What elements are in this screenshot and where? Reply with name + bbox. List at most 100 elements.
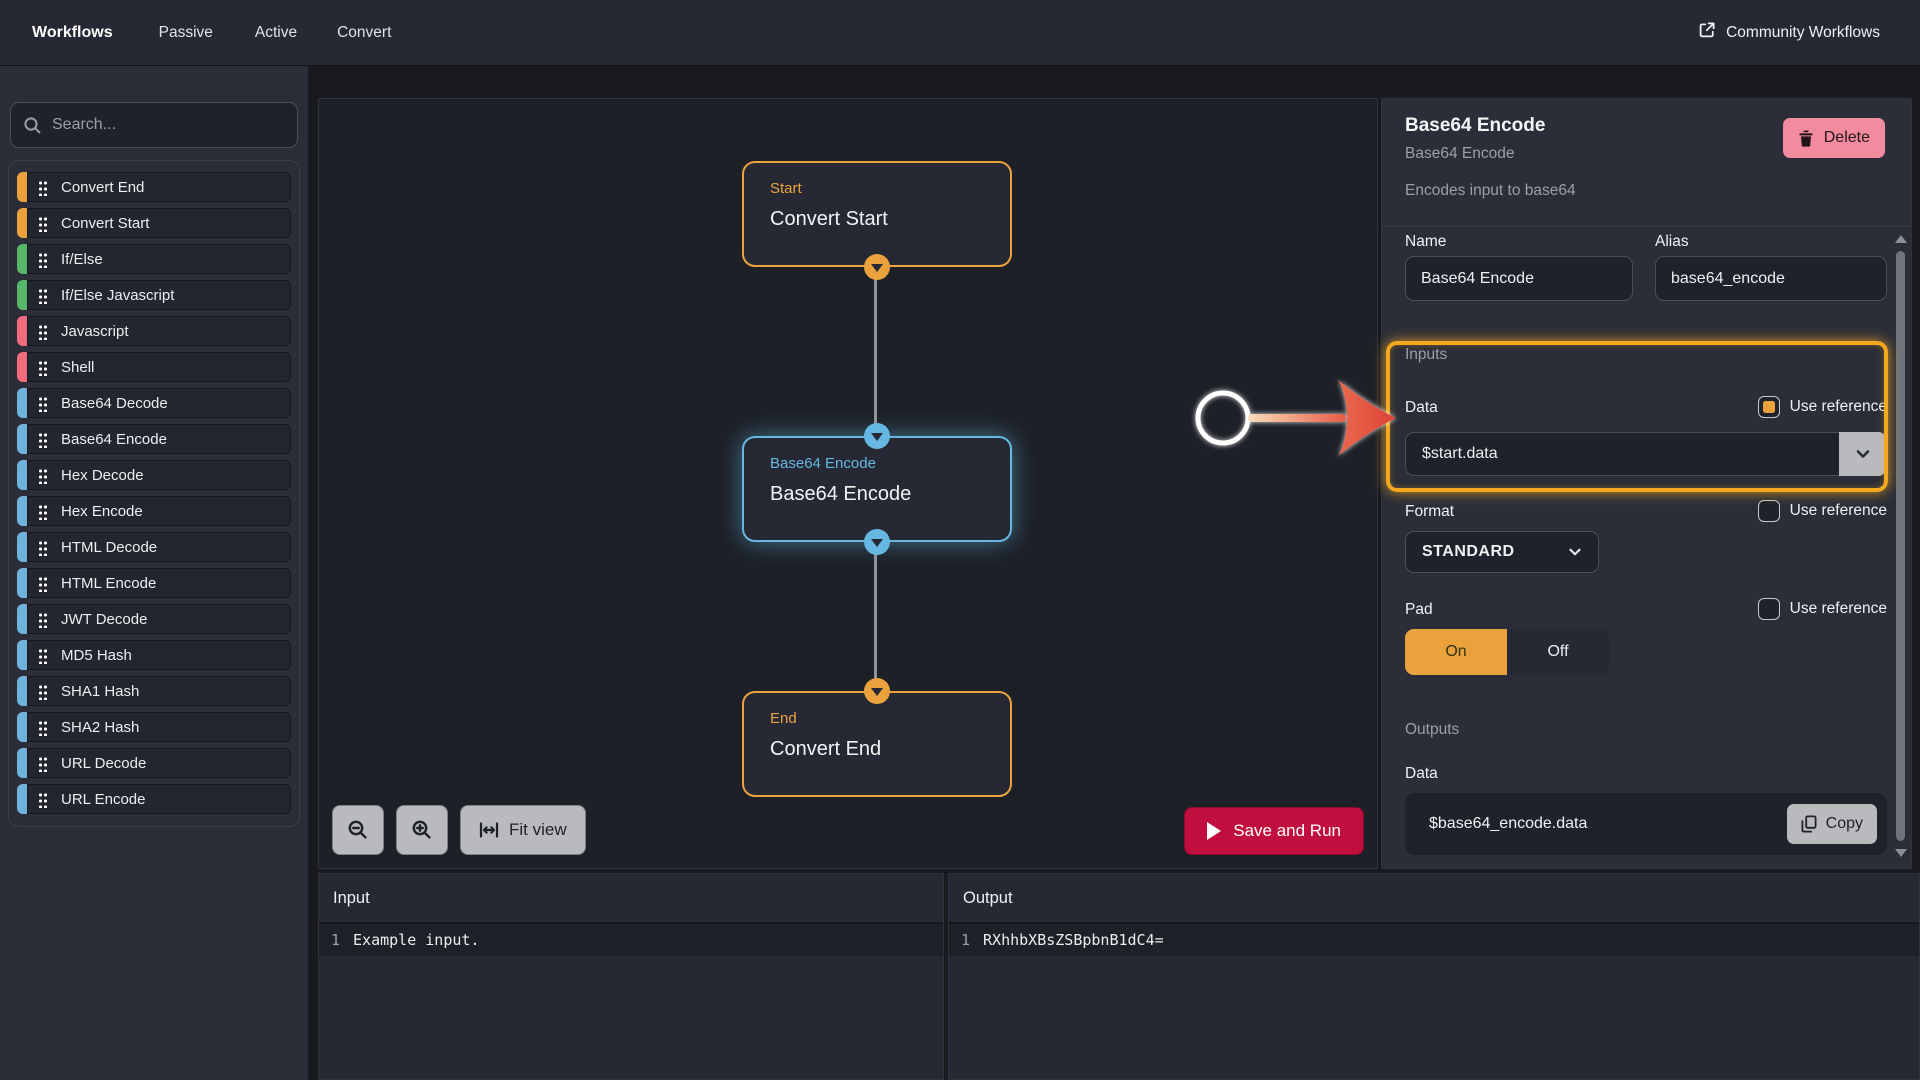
alias-field[interactable] xyxy=(1655,256,1887,301)
zoom-in-button[interactable] xyxy=(396,805,448,855)
drag-handle-icon xyxy=(38,718,48,736)
inputs-heading: Inputs xyxy=(1405,346,1448,363)
nav-item-workflows[interactable]: Workflows xyxy=(32,24,113,42)
palette-item-label: If/Else Javascript xyxy=(61,286,175,304)
output-editor-panel: Output 1 RXhhbXBsZSBpbnB1dC4= xyxy=(948,873,1920,1080)
name-field[interactable] xyxy=(1405,256,1633,301)
workflow-canvas[interactable]: Start Convert Start Base64 Encode Base64… xyxy=(318,98,1378,869)
drag-handle-icon xyxy=(38,430,48,448)
community-workflows-label: Community Workflows xyxy=(1726,23,1880,41)
palette-item-label: SHA2 Hash xyxy=(61,718,140,736)
node-palette-sidebar: Convert End Convert Start If/Else If/Else J… xyxy=(0,66,308,1080)
data-use-reference: Use reference xyxy=(1757,396,1887,418)
magnifier-minus-icon xyxy=(348,820,367,839)
palette-item[interactable]: HTML Encode xyxy=(17,568,291,598)
palette-item[interactable]: URL Decode xyxy=(17,748,291,778)
node-type-label: Start xyxy=(770,180,802,197)
drag-handle-icon xyxy=(38,250,48,268)
node-type-label: Base64 Encode xyxy=(770,455,876,472)
pad-use-reference: Use reference xyxy=(1757,598,1887,620)
palette-item[interactable]: Convert Start xyxy=(17,208,291,238)
node-base64-encode[interactable]: Base64 Encode Base64 Encode xyxy=(742,423,1012,555)
palette-item-label: Shell xyxy=(61,358,95,376)
input-handle[interactable] xyxy=(864,678,890,704)
palette-item[interactable]: Hex Encode xyxy=(17,496,291,526)
palette-item[interactable]: If/Else Javascript xyxy=(17,280,291,310)
palette-item[interactable]: Base64 Encode xyxy=(17,424,291,454)
magnifier-plus-icon xyxy=(412,820,431,839)
outputs-heading: Outputs xyxy=(1405,721,1460,738)
palette-item-label: Convert End xyxy=(61,178,145,196)
use-reference-label: Use reference xyxy=(1789,502,1887,519)
drag-handle-icon xyxy=(38,286,48,304)
search-input[interactable] xyxy=(52,116,285,134)
output-editor-line[interactable]: 1 RXhhbXBsZSBpbnB1dC4= xyxy=(949,924,1919,956)
nav-item-passive[interactable]: Passive xyxy=(159,24,213,42)
nav-item-active[interactable]: Active xyxy=(255,24,297,42)
format-select[interactable]: STANDARD xyxy=(1405,531,1599,573)
output-handle[interactable] xyxy=(864,254,890,280)
pad-label: Pad xyxy=(1405,601,1433,618)
copy-icon xyxy=(1801,815,1817,833)
node-inspector-panel: Base64 Encode Base64 Encode Encodes inpu… xyxy=(1381,98,1912,869)
drag-handle-icon xyxy=(38,358,48,376)
drag-handle-icon xyxy=(38,538,48,556)
search-field[interactable] xyxy=(10,102,298,148)
palette-item[interactable]: Javascript xyxy=(17,316,291,346)
delete-button[interactable]: Delete xyxy=(1782,118,1885,158)
community-workflows-link[interactable]: Community Workflows xyxy=(1698,21,1880,44)
drag-handle-icon xyxy=(38,214,48,232)
inspector-form: Name Alias Inputs Data Use reference $st… xyxy=(1405,227,1887,868)
copy-button[interactable]: Copy xyxy=(1786,804,1877,844)
data-reference-dropdown-button[interactable] xyxy=(1839,432,1887,476)
top-navigation: Workflows Passive Active Convert Communi… xyxy=(0,0,1920,66)
palette-item[interactable]: SHA1 Hash xyxy=(17,676,291,706)
scrollbar-thumb[interactable] xyxy=(1896,251,1905,841)
palette-item[interactable]: Hex Decode xyxy=(17,460,291,490)
zoom-out-button[interactable] xyxy=(332,805,384,855)
palette-item[interactable]: HTML Decode xyxy=(17,532,291,562)
fit-view-button[interactable]: Fit view xyxy=(460,805,586,855)
node-convert-start[interactable]: Start Convert Start xyxy=(742,161,1012,280)
palette-item[interactable]: URL Encode xyxy=(17,784,291,814)
use-reference-checkbox[interactable] xyxy=(1757,500,1780,522)
nav-item-convert[interactable]: Convert xyxy=(337,24,391,42)
save-and-run-label: Save and Run xyxy=(1233,821,1341,840)
palette-item-label: Hex Decode xyxy=(61,466,144,484)
output-text: RXhhbXBsZSBpbnB1dC4= xyxy=(983,931,1164,949)
scroll-up-arrow-icon[interactable] xyxy=(1895,229,1907,243)
pad-on-option[interactable]: On xyxy=(1405,629,1507,675)
node-convert-end[interactable]: End Convert End xyxy=(742,678,1012,797)
scroll-down-arrow-icon[interactable] xyxy=(1895,849,1907,863)
inspector-scrollbar[interactable] xyxy=(1894,229,1908,863)
checkbox-fill xyxy=(1763,603,1775,615)
format-label: Format xyxy=(1405,503,1455,520)
palette-item[interactable]: If/Else xyxy=(17,244,291,274)
output-data-label: Data xyxy=(1405,765,1438,782)
use-reference-checkbox[interactable] xyxy=(1757,396,1780,418)
palette-item-label: Javascript xyxy=(61,322,129,340)
palette-item[interactable]: Base64 Decode xyxy=(17,388,291,418)
node-palette-list: Convert End Convert Start If/Else If/Else J… xyxy=(8,160,300,827)
palette-item[interactable]: JWT Decode xyxy=(17,604,291,634)
drag-handle-icon xyxy=(38,574,48,592)
node-name-label: Base64 Encode xyxy=(770,483,912,505)
pad-toggle: On Off xyxy=(1405,629,1609,675)
input-editor-line[interactable]: 1 Example input. xyxy=(319,924,943,956)
palette-item[interactable]: Shell xyxy=(17,352,291,382)
drag-handle-icon xyxy=(38,394,48,412)
palette-item[interactable]: Convert End xyxy=(17,172,291,202)
pad-off-option[interactable]: Off xyxy=(1507,629,1609,675)
palette-item-label: MD5 Hash xyxy=(61,646,132,664)
data-reference-field[interactable]: $start.data xyxy=(1405,432,1839,476)
input-handle[interactable] xyxy=(864,423,890,449)
use-reference-checkbox[interactable] xyxy=(1757,598,1780,620)
output-handle[interactable] xyxy=(864,529,890,555)
palette-item-label: SHA1 Hash xyxy=(61,682,140,700)
palette-item[interactable]: SHA2 Hash xyxy=(17,712,291,742)
save-and-run-button[interactable]: Save and Run xyxy=(1184,807,1364,855)
palette-item[interactable]: MD5 Hash xyxy=(17,640,291,670)
drag-handle-icon xyxy=(38,682,48,700)
palette-item-label: If/Else xyxy=(61,250,103,268)
format-value: STANDARD xyxy=(1422,543,1515,560)
